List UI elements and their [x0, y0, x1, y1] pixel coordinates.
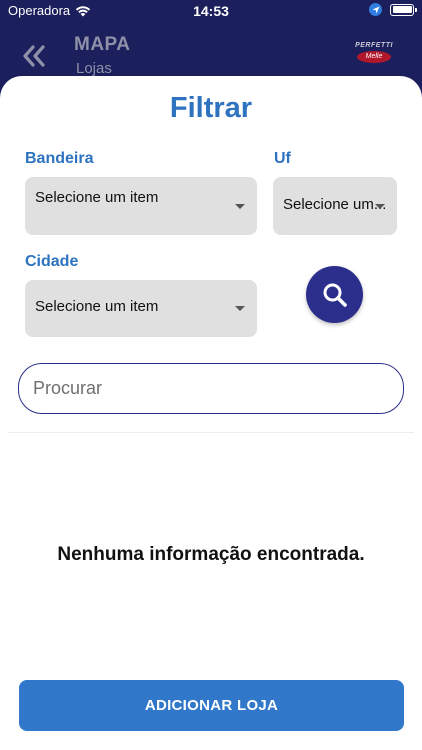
caret-down-icon: [375, 204, 385, 209]
bandeira-dropdown[interactable]: Selecione um item: [25, 177, 257, 235]
uf-dropdown[interactable]: Selecione um...: [273, 177, 397, 235]
page-subtitle: Lojas: [76, 60, 112, 77]
add-store-button[interactable]: ADICIONAR LOJA: [19, 680, 404, 731]
filter-title: Filtrar: [169, 92, 253, 124]
bandeira-dropdown-value: Selecione um item: [35, 189, 159, 206]
caret-down-icon: [235, 204, 245, 209]
filter-sheet: Filtrar Bandeira Selecione um item Uf Se…: [0, 76, 422, 750]
app-header: MAPA Lojas PERFETTI Melle: [0, 22, 422, 82]
cidade-label: Cidade: [25, 253, 79, 270]
cidade-dropdown-value: Selecione um item: [35, 298, 159, 315]
cidade-dropdown[interactable]: Selecione um item: [25, 280, 257, 337]
page-title: MAPA: [74, 34, 131, 55]
brand-logo-oval: Melle: [357, 51, 391, 63]
uf-label: Uf: [274, 150, 291, 167]
location-arrow-icon: [369, 3, 382, 16]
brand-logo: PERFETTI Melle: [344, 42, 404, 68]
double-chevron-left-icon[interactable]: [20, 42, 48, 70]
empty-state-message: Nenhuma informação encontrada.: [57, 544, 365, 565]
search-input[interactable]: [18, 363, 404, 414]
battery-icon: [390, 3, 417, 16]
status-indicators: [369, 3, 417, 16]
status-bar: Operadora 14:53: [0, 0, 422, 22]
search-button[interactable]: [306, 266, 363, 323]
caret-down-icon: [235, 306, 245, 311]
clock: 14:53: [193, 3, 229, 19]
divider: [8, 432, 414, 433]
magnifier-icon: [323, 283, 347, 307]
bandeira-label: Bandeira: [25, 150, 94, 167]
brand-logo-text: PERFETTI: [355, 42, 393, 49]
